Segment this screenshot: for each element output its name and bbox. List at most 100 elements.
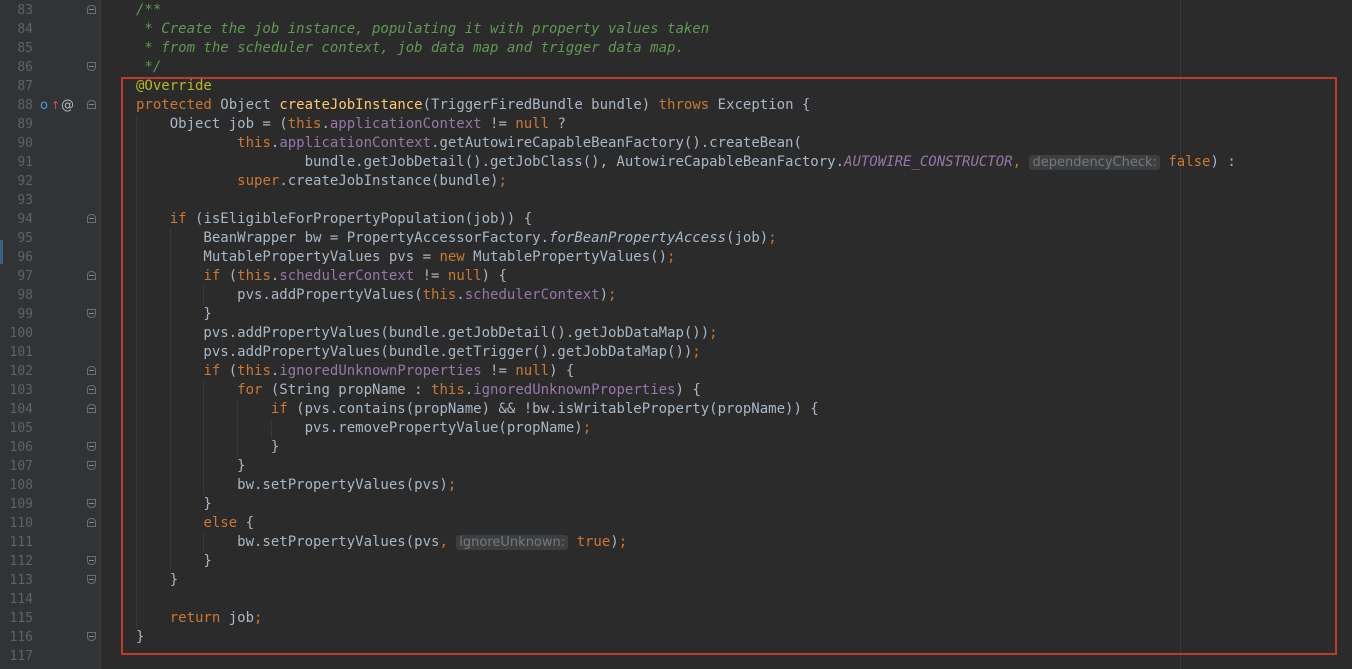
code-line[interactable]: 111 bw.setPropertyValues(pvs, ignoreUnkn…: [0, 533, 1352, 552]
code-text[interactable]: @Override: [136, 77, 212, 96]
code-text[interactable]: if (isEligibleForPropertyPopulation(job)…: [136, 210, 532, 229]
fold-toggle-icon[interactable]: [87, 366, 96, 375]
code-token: ;: [254, 610, 263, 626]
code-token: pvs.addPropertyValues(bundle.getJobDetai…: [136, 325, 710, 341]
code-line[interactable]: 97 if (this.schedulerContext != null) {: [0, 267, 1352, 286]
code-text[interactable]: if (this.schedulerContext != null) {: [136, 267, 506, 286]
code-line[interactable]: 92 super.createJobInstance(bundle);: [0, 172, 1352, 191]
code-line[interactable]: 108 bw.setPropertyValues(pvs);: [0, 476, 1352, 495]
code-line[interactable]: 116}: [0, 628, 1352, 647]
code-text[interactable]: pvs.removePropertyValue(propName);: [136, 419, 592, 438]
code-text[interactable]: for (String propName : this.ignoredUnkno…: [136, 381, 701, 400]
code-line[interactable]: 85 * from the scheduler context, job dat…: [0, 39, 1352, 58]
fold-toggle-icon[interactable]: [87, 518, 96, 527]
code-text[interactable]: if (this.ignoredUnknownProperties != nul…: [136, 362, 574, 381]
fold-toggle-icon[interactable]: [87, 309, 96, 318]
code-text[interactable]: BeanWrapper bw = PropertyAccessorFactory…: [136, 229, 776, 248]
fold-toggle-icon[interactable]: [87, 442, 96, 451]
fold-toggle-icon[interactable]: [87, 271, 96, 280]
fold-toggle-icon[interactable]: [87, 100, 96, 109]
code-text[interactable]: MutablePropertyValues pvs = new MutableP…: [136, 248, 675, 267]
code-text[interactable]: protected Object createJobInstance(Trigg…: [136, 96, 810, 115]
code-line[interactable]: 102 if (this.ignoredUnknownProperties !=…: [0, 362, 1352, 381]
fold-toggle-icon[interactable]: [87, 461, 96, 470]
code-text[interactable]: }: [136, 305, 211, 324]
override-method-icon[interactable]: o: [40, 96, 48, 115]
code-line[interactable]: 107 }: [0, 457, 1352, 476]
code-token: if: [270, 401, 297, 417]
code-editor[interactable]: 83 /** 84 * Create the job instance, popul…: [0, 0, 1352, 669]
code-text[interactable]: super.createJobInstance(bundle);: [136, 172, 507, 191]
code-line[interactable]: 83 /**: [0, 1, 1352, 20]
code-line[interactable]: 99 }: [0, 305, 1352, 324]
fold-toggle-icon[interactable]: [87, 214, 96, 223]
fold-toggle-icon[interactable]: [87, 499, 96, 508]
code-line[interactable]: 117: [0, 647, 1352, 666]
code-line[interactable]: 87 @Override: [0, 77, 1352, 96]
code-token: {: [245, 515, 255, 531]
code-text[interactable]: }: [136, 457, 245, 476]
code-line[interactable]: 115 return job;: [0, 609, 1352, 628]
code-text[interactable]: return job;: [136, 609, 263, 628]
code-token: ;: [447, 477, 457, 493]
code-line[interactable]: 95 BeanWrapper bw = PropertyAccessorFact…: [0, 229, 1352, 248]
code-line[interactable]: 112 }: [0, 552, 1352, 571]
code-line[interactable]: 109 }: [0, 495, 1352, 514]
code-text[interactable]: }: [136, 495, 211, 514]
code-token: protected: [136, 97, 221, 113]
code-text[interactable]: }: [136, 571, 178, 590]
code-text[interactable]: }: [136, 438, 279, 457]
code-line[interactable]: 91 bundle.getJobDetail().getJobClass(), …: [0, 153, 1352, 172]
code-line[interactable]: 101 pvs.addPropertyValues(bundle.getTrig…: [0, 343, 1352, 362]
implements-up-arrow-icon[interactable]: ↑: [51, 96, 60, 115]
code-line[interactable]: 93: [0, 191, 1352, 210]
code-line[interactable]: 114: [0, 590, 1352, 609]
fold-toggle-icon[interactable]: [87, 5, 96, 14]
line-number: 91: [17, 155, 33, 170]
code-line[interactable]: 110 else {: [0, 514, 1352, 533]
code-text[interactable]: * Create the job instance, populating it…: [136, 20, 709, 39]
code-line[interactable]: 89 Object job = (this.applicationContext…: [0, 115, 1352, 134]
fold-toggle-icon[interactable]: [87, 575, 96, 584]
fold-toggle-icon[interactable]: [87, 632, 96, 641]
code-text[interactable]: /**: [136, 1, 161, 20]
code-text[interactable]: }: [136, 628, 144, 647]
code-text[interactable]: }: [136, 552, 211, 571]
code-token: this: [422, 287, 457, 303]
code-line[interactable]: 84 * Create the job instance, populating…: [0, 20, 1352, 39]
code-token: ;: [709, 325, 718, 341]
code-line[interactable]: 88 o ↑ @ protected Object createJobInstance(…: [0, 96, 1352, 115]
code-line[interactable]: 94 if (isEligibleForPropertyPopulation(j…: [0, 210, 1352, 229]
code-text[interactable]: * from the scheduler context, job data m…: [136, 39, 683, 58]
fold-toggle-icon[interactable]: [87, 62, 96, 71]
code-line[interactable]: 96 MutablePropertyValues pvs = new Mutab…: [0, 248, 1352, 267]
fold-toggle-icon[interactable]: [87, 404, 96, 413]
code-text[interactable]: pvs.addPropertyValues(bundle.getJobDetai…: [136, 324, 718, 343]
code-line[interactable]: 103 for (String propName : this.ignoredU…: [0, 381, 1352, 400]
code-line[interactable]: 105 pvs.removePropertyValue(propName);: [0, 419, 1352, 438]
code-text[interactable]: else {: [136, 514, 254, 533]
line-number: 117: [9, 649, 33, 664]
code-text[interactable]: Object job = (this.applicationContext !=…: [136, 115, 566, 134]
fold-toggle-icon[interactable]: [87, 385, 96, 394]
code-line[interactable]: 86 */: [0, 58, 1352, 77]
code-text[interactable]: bundle.getJobDetail().getJobClass(), Aut…: [136, 153, 1236, 172]
code-line[interactable]: 113 }: [0, 571, 1352, 590]
code-line[interactable]: 100 pvs.addPropertyValues(bundle.getJobD…: [0, 324, 1352, 343]
code-text[interactable]: if (pvs.contains(propName) && !bw.isWrit…: [136, 400, 819, 419]
code-text[interactable]: pvs.addPropertyValues(this.schedulerCont…: [136, 286, 616, 305]
code-line[interactable]: 90 this.applicationContext.getAutowireCa…: [0, 134, 1352, 153]
fold-toggle-icon[interactable]: [87, 556, 96, 565]
code-line[interactable]: 98 pvs.addPropertyValues(this.schedulerC…: [0, 286, 1352, 305]
code-text[interactable]: bw.setPropertyValues(pvs);: [136, 476, 456, 495]
code-text[interactable]: pvs.addPropertyValues(bundle.getTrigger(…: [136, 343, 700, 362]
code-token: MutablePropertyValues pvs =: [136, 249, 440, 265]
code-text[interactable]: bw.setPropertyValues(pvs, ignoreUnknown:…: [136, 533, 627, 552]
annotation-at-icon[interactable]: @: [61, 96, 74, 115]
code-line[interactable]: 104 if (pvs.contains(propName) && !bw.is…: [0, 400, 1352, 419]
code-line[interactable]: 106 }: [0, 438, 1352, 457]
code-text[interactable]: */: [136, 58, 161, 77]
code-token: !=: [481, 116, 516, 132]
code-text[interactable]: this.applicationContext.getAutowireCapab…: [136, 134, 802, 153]
